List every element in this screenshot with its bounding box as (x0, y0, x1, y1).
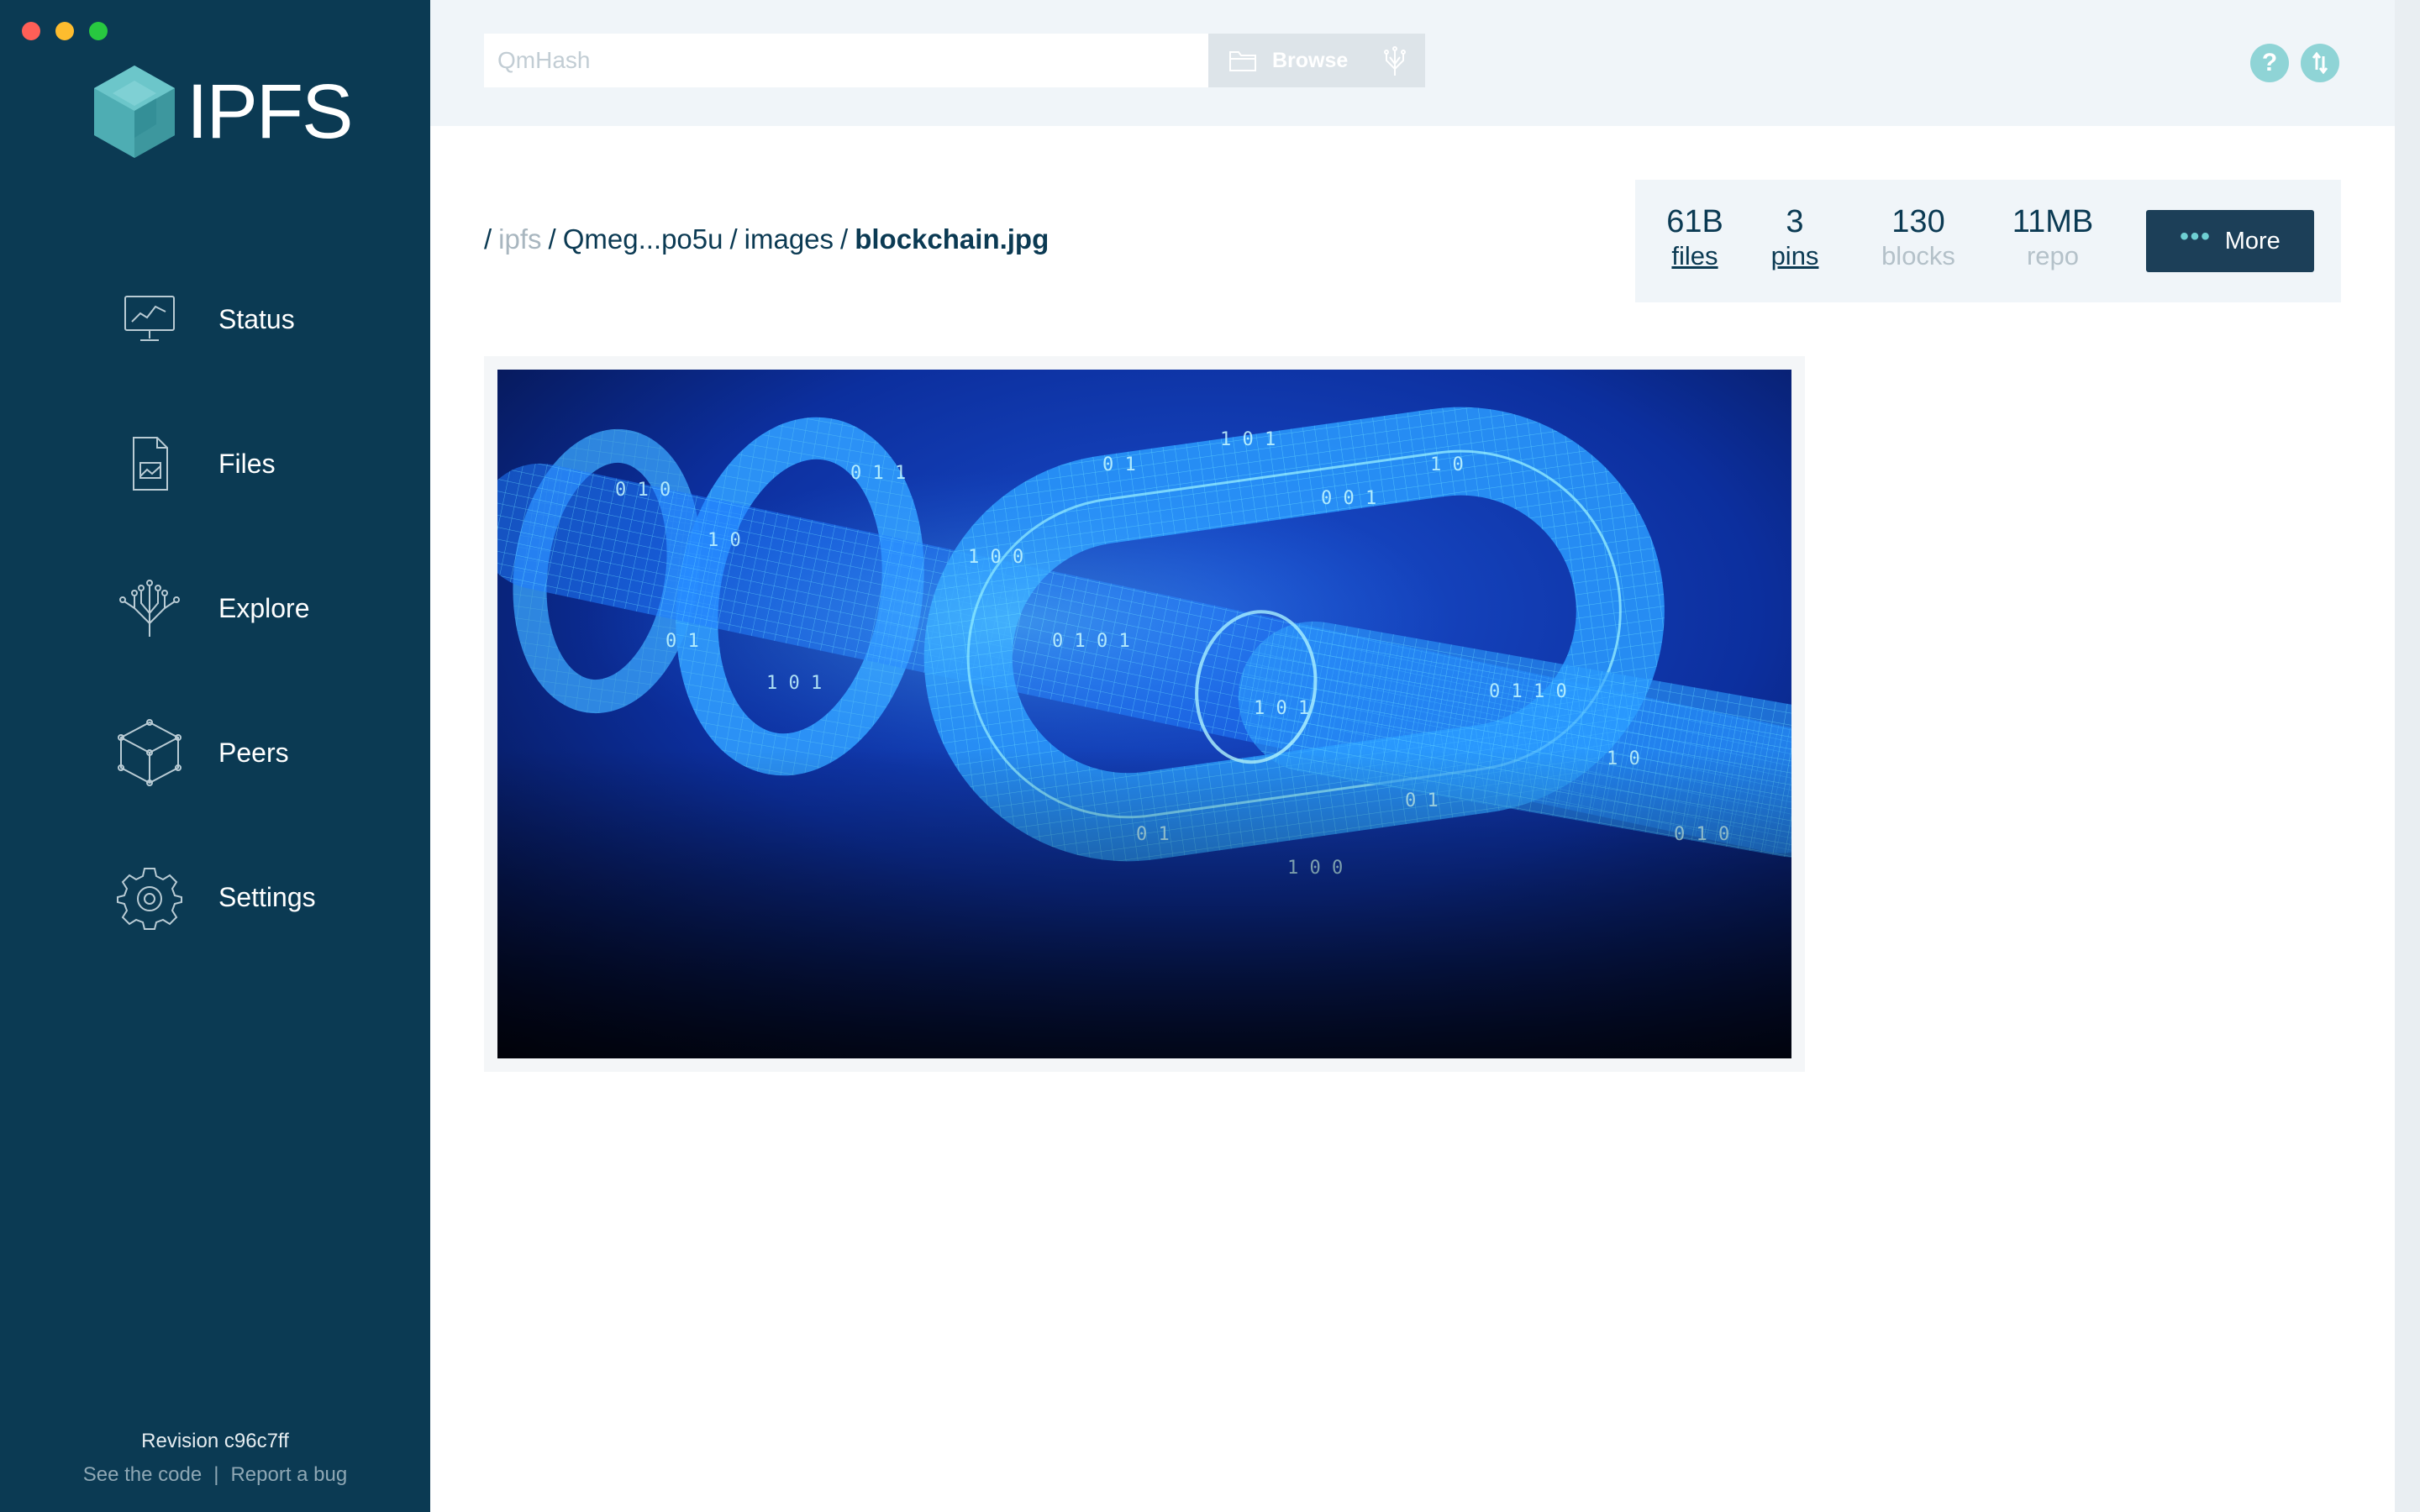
footer-links: See the code | Report a bug (0, 1463, 430, 1487)
file-preview: 0 1 01 00 1 1 1 0 00 11 0 1 0 0 11 00 1 … (484, 356, 1805, 1072)
breadcrumb-hash[interactable]: Qmeg...po5u (563, 223, 723, 255)
zoom-window-button[interactable] (89, 22, 108, 40)
breadcrumb-root[interactable]: ipfs (498, 223, 541, 255)
stat-value: 11MB (2012, 204, 2094, 239)
stat-value: 130 (1891, 204, 1945, 239)
stat-files[interactable]: 61B files (1650, 203, 1739, 272)
top-bar: Browse ? (430, 0, 2395, 126)
breadcrumb-separator: / (484, 223, 492, 255)
stat-repo: 11MB repo (1998, 203, 2107, 272)
minimize-window-button[interactable] (55, 22, 74, 40)
help-icon[interactable]: ? (2250, 44, 2289, 82)
sidebar-footer: Revision c96c7ff See the code | Report a b… (0, 1430, 430, 1487)
stat-label[interactable]: pins (1761, 240, 1828, 272)
stat-value: 61B (1666, 204, 1723, 239)
stat-label[interactable]: files (1650, 240, 1739, 272)
logo-text: IPFS (187, 68, 353, 155)
sidebar-nav: Status Files Explore Peers Settings (0, 247, 430, 969)
window-controls (22, 22, 108, 40)
window-edge (2395, 0, 2420, 1512)
sidebar-item-label: Status (218, 303, 295, 334)
sidebar-item-label: Peers (218, 737, 289, 768)
stat-pins[interactable]: 3 pins (1761, 203, 1828, 272)
ipfs-logo: IPFS (91, 62, 353, 161)
stats-panel: 61B files 3 pins 130 blocks 11MB repo ••… (1635, 180, 2341, 302)
sidebar-item-status[interactable]: Status (0, 247, 430, 391)
more-dots-icon: ••• (2180, 223, 2212, 250)
gear-icon (116, 864, 183, 931)
sidebar-item-label: Files (218, 448, 276, 479)
ipfs-cube-icon (94, 66, 175, 158)
sidebar-item-peers[interactable]: Peers (0, 680, 430, 825)
hash-search-input[interactable] (484, 34, 1220, 87)
breadcrumb-separator: / (548, 223, 556, 255)
sidebar-item-label: Explore (218, 592, 310, 623)
tree-icon (116, 575, 183, 642)
breadcrumb-current: blockchain.jpg (855, 223, 1050, 255)
document-icon (116, 430, 183, 497)
breadcrumb-separator: / (729, 223, 738, 255)
folder-icon (1229, 51, 1256, 71)
monitor-chart-icon (116, 286, 183, 353)
sidebar-item-files[interactable]: Files (0, 391, 430, 536)
more-button[interactable]: ••• More (2146, 210, 2314, 272)
close-window-button[interactable] (22, 22, 40, 40)
breadcrumb: / ipfs / Qmeg...po5u / images / blockchain.jpg (484, 223, 1049, 255)
breadcrumb-folder[interactable]: images (744, 223, 834, 255)
stat-blocks: 130 blocks (1864, 203, 1973, 272)
see-code-link[interactable]: See the code (83, 1463, 202, 1486)
browse-button[interactable]: Browse (1208, 34, 1425, 87)
revision-text: Revision c96c7ff (141, 1430, 289, 1452)
sidebar-item-label: Settings (218, 881, 316, 912)
stat-label: blocks (1881, 241, 1955, 270)
blockchain-image: 0 1 01 00 1 1 1 0 00 11 0 1 0 0 11 00 1 … (497, 370, 1791, 1058)
report-bug-link[interactable]: Report a bug (230, 1463, 347, 1486)
top-right-icons: ? (2250, 44, 2339, 82)
explore-tree-icon (1384, 46, 1406, 76)
sidebar-item-explore[interactable]: Explore (0, 536, 430, 680)
stat-label: repo (2026, 241, 2080, 270)
cube-icon (116, 719, 183, 786)
more-label: More (2224, 227, 2281, 255)
updown-arrows-icon[interactable] (2301, 44, 2339, 82)
footer-separator: | (213, 1463, 219, 1486)
breadcrumb-separator: / (840, 223, 849, 255)
browse-label: Browse (1272, 48, 1349, 72)
stat-value: 3 (1786, 204, 1804, 239)
sidebar: IPFS Status Files Explore Peers Settings… (0, 0, 430, 1512)
sidebar-item-settings[interactable]: Settings (0, 825, 430, 969)
